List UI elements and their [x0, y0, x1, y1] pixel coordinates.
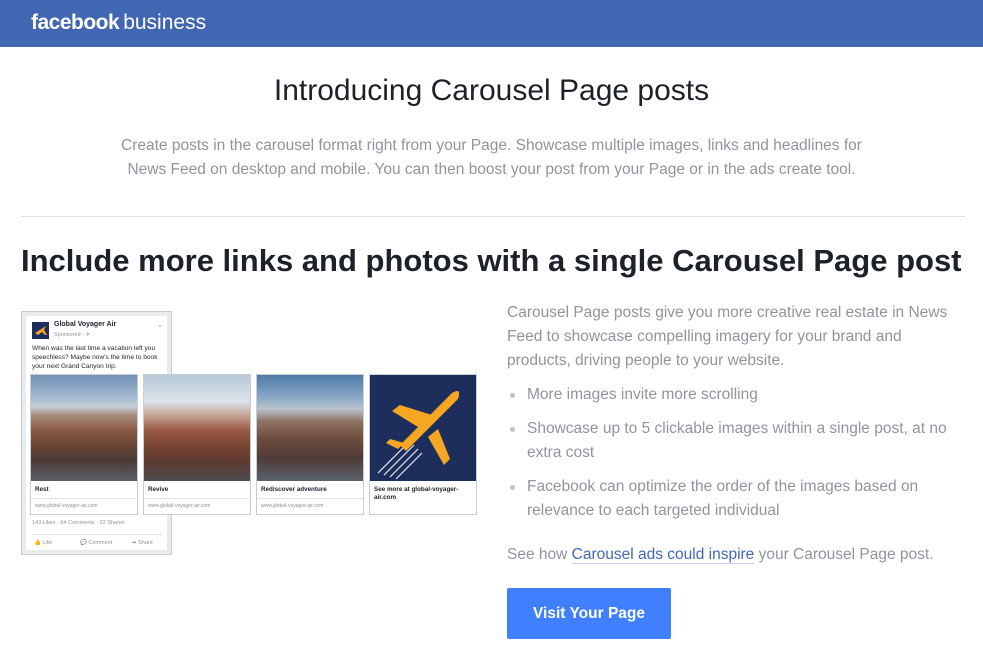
intro-title: Introducing Carousel Page posts — [273, 74, 710, 107]
section-divider — [21, 216, 965, 217]
section-body: Carousel Page posts give you more creati… — [507, 304, 948, 369]
canyon-photo — [257, 375, 363, 481]
post-page-name: Global Voyager Air — [54, 321, 117, 328]
canyon-photo — [144, 375, 250, 481]
airplane-icon — [370, 375, 476, 481]
carousel-ads-link[interactable]: Carousel ads could inspire — [571, 546, 755, 564]
canyon-photo — [31, 375, 137, 481]
carousel-card: Rediscover adventure www.global-voyager-… — [256, 374, 364, 515]
feature-item: Facebook can optimize the order of the i… — [507, 475, 957, 523]
card-caption: Revive — [148, 486, 169, 493]
logo-wordmark: facebook — [31, 11, 120, 34]
see-how-prefix: See how — [507, 546, 572, 563]
carousel-card-see-more: See more at global-voyager-air.com — [369, 374, 477, 515]
post-actions: 👍 Like 💬 Comment ➦ Share — [32, 534, 162, 546]
card-url: www.global-voyager-air.com — [148, 503, 211, 509]
see-how-text: See how Carousel ads could inspire your … — [507, 543, 957, 567]
like-action: 👍 Like — [34, 540, 53, 546]
carousel-post-illustration: Global Voyager Air Sponsored · ✈ ⌄ When … — [21, 311, 481, 556]
card-caption: Rest — [35, 486, 49, 493]
logo-subtitle: business — [123, 11, 207, 34]
card-caption: Rediscover adventure — [261, 486, 327, 493]
visit-your-page-button[interactable]: Visit Your Page — [507, 588, 671, 639]
carousel-card: Revive www.global-voyager-air.com — [143, 374, 251, 515]
page-logo-icon — [32, 322, 49, 339]
carousel-card: Rest www.global-voyager-air.com — [30, 374, 138, 515]
intro-description: Create posts in the carousel format righ… — [121, 137, 862, 178]
share-action: ➦ Share — [132, 540, 153, 546]
feature-list: More images invite more scrolling Showca… — [507, 383, 957, 533]
post-sponsored-label: Sponsored · ✈ — [54, 332, 91, 338]
feature-item: Showcase up to 5 clickable images within… — [507, 417, 957, 465]
feature-item: More images invite more scrolling — [507, 383, 957, 407]
section-title: Include more links and photos with a sin… — [21, 243, 962, 278]
post-text: When was the last time a vacation left y… — [32, 345, 158, 370]
post-stats: 143 Likes · 64 Comments · 22 Shares — [32, 520, 125, 526]
chevron-down-icon: ⌄ — [157, 322, 163, 329]
facebook-business-logo[interactable]: facebook business — [31, 11, 206, 35]
top-bar: facebook business — [0, 0, 983, 47]
card-url: www.global-voyager-air.com — [261, 503, 324, 509]
see-how-suffix: your Carousel Page post. — [754, 546, 934, 563]
comment-action: 💬 Comment — [80, 540, 113, 546]
card-caption: See more at global-voyager-air.com — [374, 486, 459, 501]
card-url: www.global-voyager-air.com — [35, 503, 98, 509]
